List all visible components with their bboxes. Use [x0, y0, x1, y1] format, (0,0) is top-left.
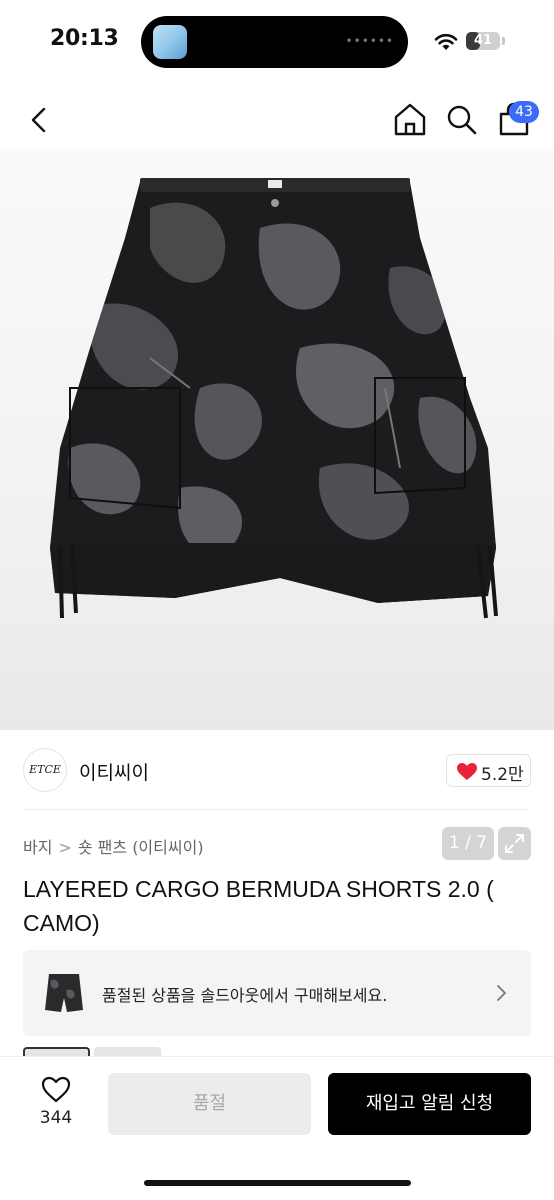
- brand-like-count: 5.2만: [481, 765, 524, 785]
- battery-indicator: 41: [466, 32, 500, 50]
- breadcrumb-separator-icon: >: [58, 838, 72, 857]
- image-counter: 1 / 7: [442, 827, 494, 860]
- wifi-icon: [434, 33, 458, 50]
- banner-product-thumbnail: [45, 974, 83, 1012]
- soldout-banner-text: 품절된 상품을 솔드아웃에서 구매해보세요.: [102, 986, 388, 1005]
- brand-logo[interactable]: ETCE: [23, 748, 67, 792]
- product-image: [50, 178, 498, 619]
- home-indicator: [144, 1180, 411, 1186]
- heart-filled-icon: [457, 763, 477, 780]
- search-icon[interactable]: [442, 100, 482, 140]
- restock-alert-button[interactable]: 재입고 알림 신청: [328, 1073, 531, 1135]
- wishlist-button[interactable]: 344: [24, 1074, 88, 1138]
- battery-level: 41: [473, 33, 493, 48]
- brand-name[interactable]: 이티씨이: [79, 758, 149, 785]
- home-icon[interactable]: [390, 100, 430, 140]
- now-playing-thumbnail: [153, 25, 187, 59]
- wishlist-count: 344: [39, 1108, 73, 1128]
- heart-outline-icon: [41, 1076, 71, 1103]
- back-chevron-icon[interactable]: [22, 102, 58, 138]
- expand-icon[interactable]: [498, 827, 531, 860]
- dynamic-island[interactable]: ••••••: [141, 16, 408, 68]
- breadcrumb-item-category[interactable]: 바지: [23, 834, 52, 858]
- battery-cap: [502, 37, 505, 45]
- status-time: 20:13: [50, 26, 119, 51]
- cart-count-badge: 43: [509, 101, 539, 123]
- breadcrumb: 바지 > 숏 팬츠 (이티씨이): [23, 834, 204, 858]
- chevron-right-icon: [497, 985, 507, 1001]
- brand-like-button[interactable]: 5.2만: [446, 754, 531, 787]
- breadcrumb-item-subcategory[interactable]: 숏 팬츠 (이티씨이): [78, 834, 204, 858]
- divider: [23, 809, 529, 810]
- soldout-banner[interactable]: 품절된 상품을 솔드아웃에서 구매해보세요.: [23, 950, 531, 1036]
- product-image-gallery[interactable]: 1 / 7: [0, 148, 554, 860]
- island-waveform-icon: ••••••: [345, 34, 394, 48]
- product-title: LAYERED CARGO BERMUDA SHORTS 2.0 ( CAMO): [23, 876, 494, 936]
- soldout-button[interactable]: 품절: [108, 1073, 311, 1135]
- status-bar: 20:13 •••••• 41: [0, 0, 554, 84]
